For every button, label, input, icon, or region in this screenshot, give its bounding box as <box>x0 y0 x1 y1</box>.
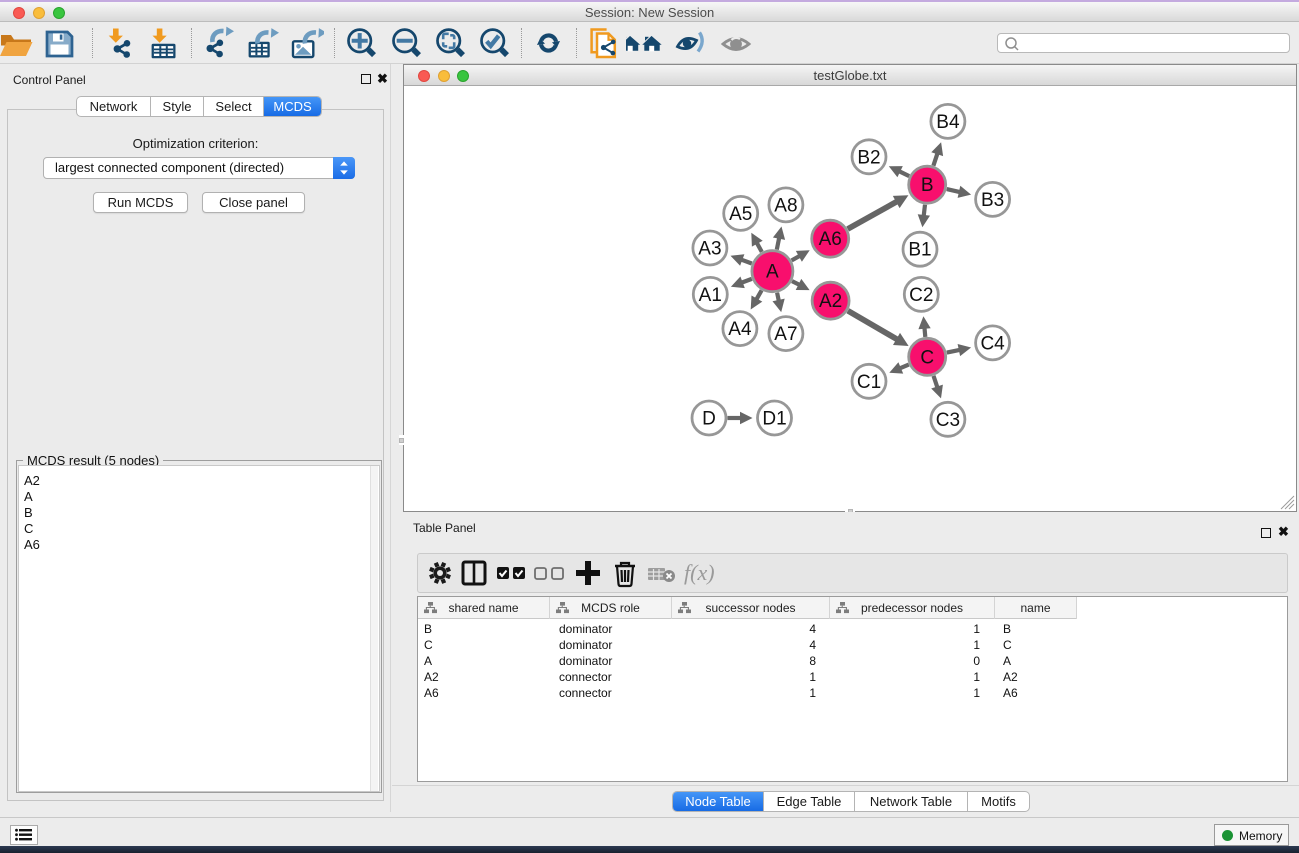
svg-text:A4: A4 <box>728 319 752 340</box>
svg-text:C1: C1 <box>857 372 881 393</box>
svg-text:A8: A8 <box>774 195 797 216</box>
svg-text:B1: B1 <box>908 240 931 261</box>
svg-text:B2: B2 <box>857 147 880 168</box>
svg-text:A: A <box>766 262 779 283</box>
svg-text:B3: B3 <box>981 190 1004 211</box>
svg-text:B: B <box>921 175 934 196</box>
svg-text:C2: C2 <box>909 285 933 306</box>
svg-text:C3: C3 <box>936 410 960 431</box>
svg-text:D: D <box>702 409 716 430</box>
svg-text:A6: A6 <box>819 229 842 250</box>
svg-text:B4: B4 <box>936 112 960 133</box>
svg-text:A1: A1 <box>699 285 722 306</box>
svg-text:A7: A7 <box>774 324 797 345</box>
svg-text:A3: A3 <box>698 239 721 260</box>
svg-text:A2: A2 <box>819 291 842 312</box>
svg-text:A5: A5 <box>729 204 752 225</box>
svg-text:D1: D1 <box>762 409 786 430</box>
svg-text:C4: C4 <box>980 333 1005 354</box>
svg-text:C: C <box>920 347 934 368</box>
